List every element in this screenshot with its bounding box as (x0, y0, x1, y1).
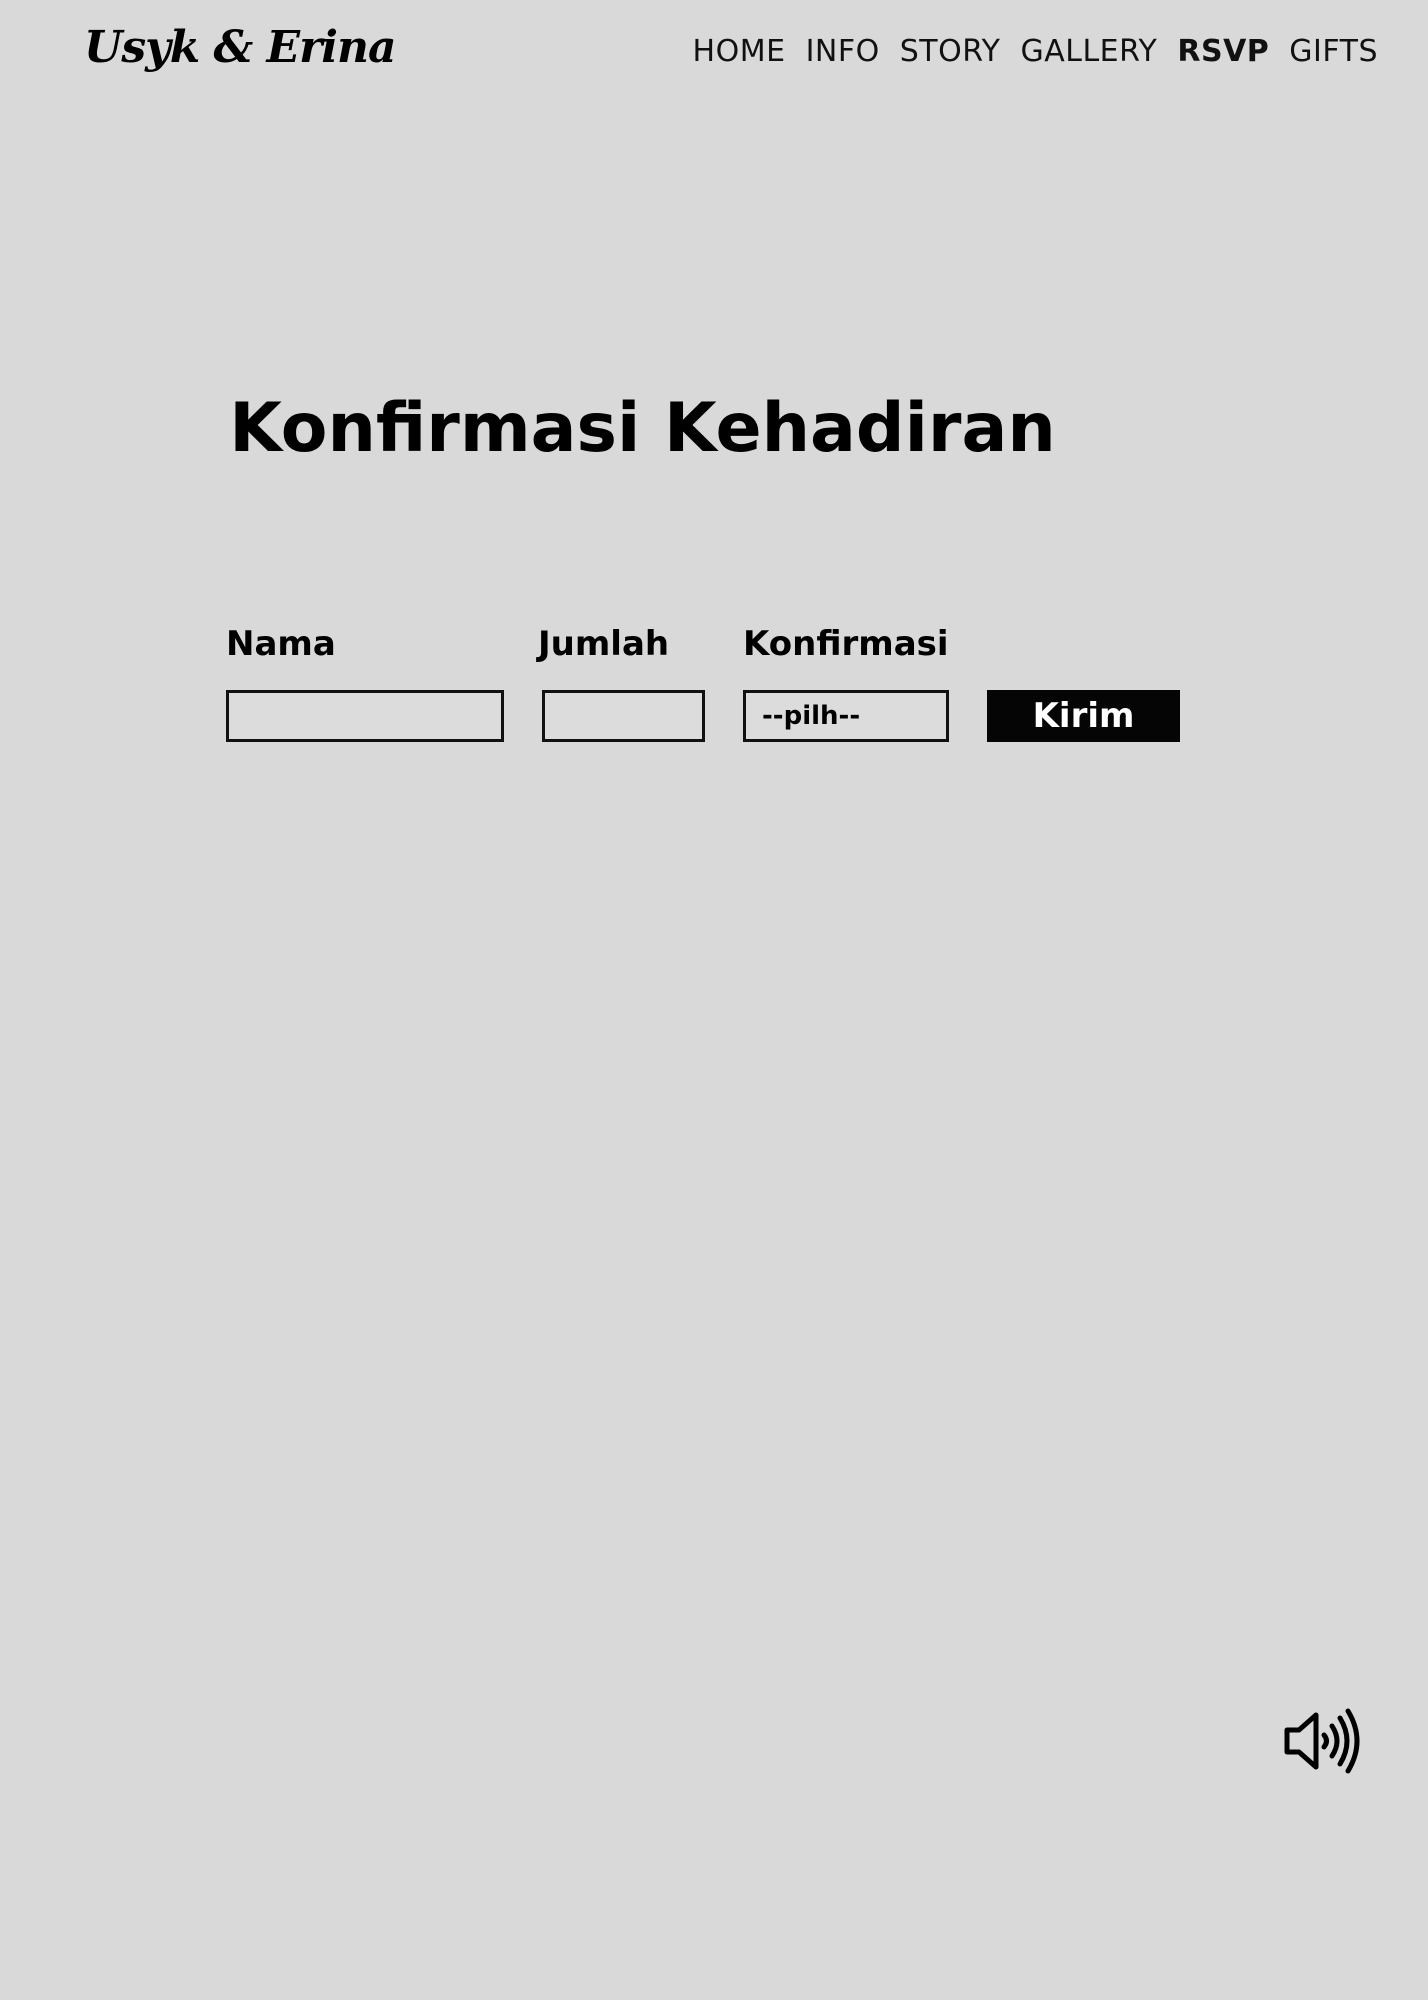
name-label: Nama (226, 624, 336, 664)
nav-gallery-link[interactable]: GALLERY (1020, 34, 1157, 70)
nav-info-link[interactable]: INFO (806, 34, 880, 70)
count-label: Jumlah (538, 624, 670, 664)
confirm-select[interactable]: --pilh-- (743, 690, 949, 742)
site-logo: Usyk & Erina (84, 22, 396, 73)
speaker-volume-icon (1284, 1708, 1360, 1774)
main-nav: HOME INFO STORY GALLERY RSVP GIFTS (693, 34, 1378, 70)
nav-gifts-link[interactable]: GIFTS (1289, 34, 1378, 70)
nav-story-link[interactable]: STORY (900, 34, 1001, 70)
name-input[interactable] (226, 690, 504, 742)
nav-home-link[interactable]: HOME (693, 34, 786, 70)
count-input[interactable] (542, 690, 705, 742)
nav-rsvp-link[interactable]: RSVP (1177, 34, 1269, 70)
confirm-select-value: --pilh-- (762, 701, 861, 731)
submit-button[interactable]: Kirim (987, 690, 1180, 742)
audio-toggle-button[interactable] (1282, 1708, 1360, 1774)
rsvp-title: Konfirmasi Kehadiran (229, 389, 1056, 468)
confirm-label: Konfirmasi (743, 624, 949, 664)
